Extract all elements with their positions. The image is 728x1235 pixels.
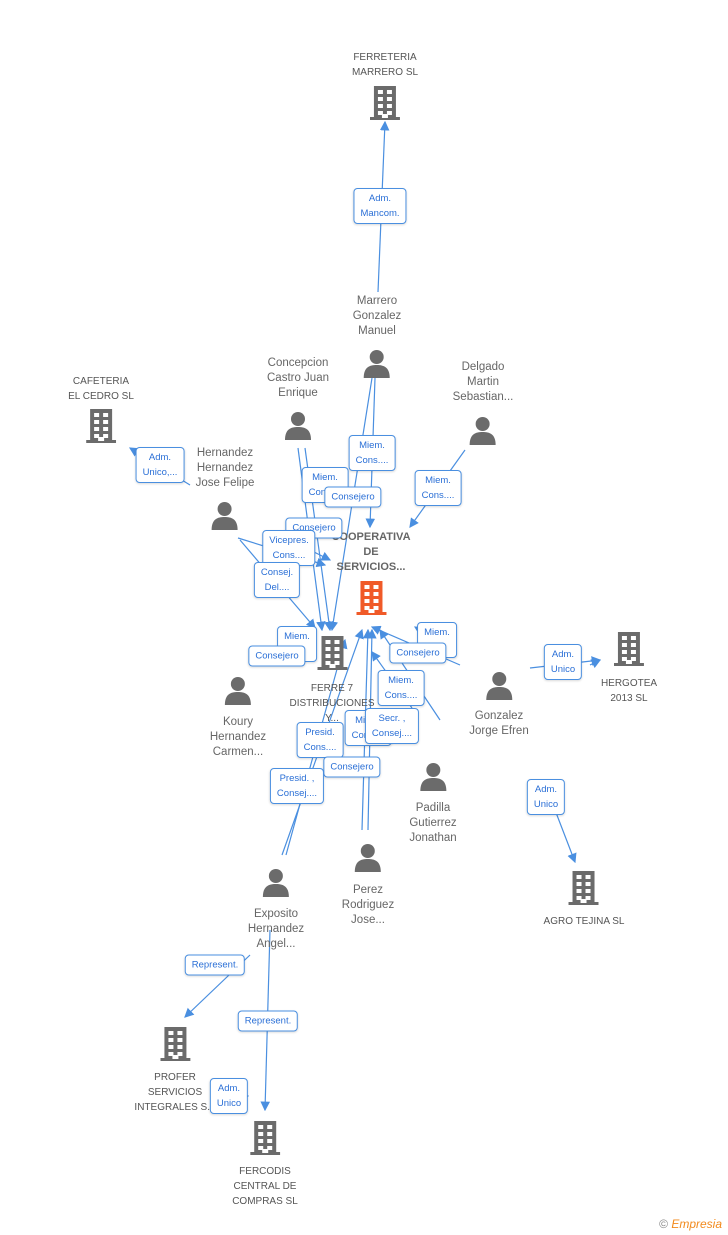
node-fercodis[interactable]: FERCODIS CENTRAL DE COMPRAS SL (232, 1119, 298, 1209)
edge-label[interactable]: Consejero (248, 645, 306, 667)
node-label: AGRO TEJINA SL (543, 916, 625, 927)
node-gonzalez[interactable]: Gonzalez Jorge Efren (469, 670, 529, 739)
edge-label[interactable]: Miem. Cons.... (348, 435, 396, 471)
node-label: COOPERATIVA DE SERVICIOS... (331, 531, 411, 573)
node-label: Delgado Martin Sebastian... (452, 361, 514, 403)
node-label: Padilla Gutierrez Jonathan (409, 802, 457, 844)
person-icon[interactable] (196, 500, 255, 535)
node-label: Koury Hernandez Carmen... (209, 716, 267, 758)
building-icon[interactable] (68, 407, 134, 448)
edge-label[interactable]: Represent. (184, 954, 246, 976)
person-icon[interactable] (248, 867, 304, 902)
node-label: Gonzalez Jorge Efren (469, 710, 529, 737)
node-marrero[interactable]: Marrero Gonzalez Manuel (352, 294, 402, 383)
node-label: HERGOTEA 2013 SL (600, 678, 658, 704)
node-exposito[interactable]: Exposito Hernandez Angel... (248, 867, 304, 952)
edge-label[interactable]: Adm. Unico,... (135, 447, 185, 483)
node-label: PROFER SERVICIOS INTEGRALES S... (134, 1072, 216, 1113)
node-hergotea[interactable]: HERGOTEA 2013 SL (601, 630, 657, 706)
person-icon[interactable] (267, 410, 329, 445)
edge-label[interactable]: Miem. Cons.... (414, 470, 462, 506)
edge-label[interactable]: Presid. Cons.... (296, 722, 344, 758)
building-icon[interactable] (601, 630, 657, 671)
edge-label[interactable]: Consejero (389, 642, 447, 664)
person-icon[interactable] (210, 675, 266, 710)
person-icon[interactable] (353, 348, 402, 383)
node-cooperativa[interactable]: COOPERATIVA DE SERVICIOS... (331, 530, 411, 620)
person-icon[interactable] (409, 761, 456, 796)
node-agro[interactable]: AGRO TEJINA SL (543, 869, 625, 929)
node-cafeteria[interactable]: CAFETERIA EL CEDRO SL (68, 374, 134, 448)
edge-label[interactable]: Consejero (324, 486, 382, 508)
node-koury[interactable]: Koury Hernandez Carmen... (210, 675, 266, 760)
node-label: Perez Rodriguez Jose... (341, 884, 395, 926)
node-concepcion[interactable]: Concepcion Castro Juan Enrique (267, 356, 329, 445)
person-icon[interactable] (342, 842, 394, 877)
person-icon[interactable] (469, 670, 528, 705)
edge-label[interactable]: Miem. Cons.... (377, 670, 425, 706)
network-diagram: FERRETERIA MARRERO SL Marrero Gonzalez Ma… (0, 0, 728, 1235)
brand-logo: © Empresia (659, 1217, 722, 1231)
node-perez[interactable]: Perez Rodriguez Jose... (342, 842, 394, 928)
node-label: Marrero Gonzalez Manuel (352, 295, 402, 337)
building-icon[interactable] (232, 1119, 298, 1160)
edge-line (554, 809, 577, 864)
node-delgado[interactable]: Delgado Martin Sebastian... (452, 360, 514, 450)
edge-label[interactable]: Vicepres. Cons.... (262, 530, 316, 566)
node-label: Hernandez Hernandez Jose Felipe (195, 447, 255, 489)
node-label: Exposito Hernandez Angel... (247, 908, 305, 950)
node-profer[interactable]: PROFER SERVICIOS INTEGRALES S... (134, 1025, 216, 1115)
edge-label[interactable]: Adm. Unico (209, 1078, 249, 1114)
building-icon[interactable] (352, 84, 418, 125)
node-label: Concepcion Castro Juan Enrique (266, 357, 330, 399)
building-icon[interactable] (544, 869, 625, 910)
building-icon[interactable] (134, 1025, 215, 1066)
node-padilla[interactable]: Padilla Gutierrez Jonathan (409, 761, 457, 846)
node-label: FERCODIS CENTRAL DE COMPRAS SL (232, 1166, 298, 1207)
node-hernandez[interactable]: Hernandez Hernandez Jose Felipe (195, 446, 255, 535)
edge-label[interactable]: Presid. , Consej.... (269, 768, 325, 804)
edge-label[interactable]: Consej. Del.... (253, 562, 301, 598)
edge-label[interactable]: Consejero (323, 756, 381, 778)
edge-label[interactable]: Adm. Unico (526, 779, 566, 815)
building-icon[interactable] (331, 579, 410, 620)
node-label: CAFETERIA EL CEDRO SL (68, 376, 134, 402)
edge-label[interactable]: Secr. , Consej.... (364, 708, 420, 744)
node-ferreteria[interactable]: FERRETERIA MARRERO SL (352, 50, 418, 125)
node-label: FERRETERIA MARRERO SL (351, 52, 419, 78)
edge-label[interactable]: Represent. (237, 1010, 299, 1032)
person-icon[interactable] (453, 415, 514, 450)
edge-label[interactable]: Adm. Mancom. (353, 188, 407, 224)
edge-label[interactable]: Adm. Unico (543, 644, 583, 680)
